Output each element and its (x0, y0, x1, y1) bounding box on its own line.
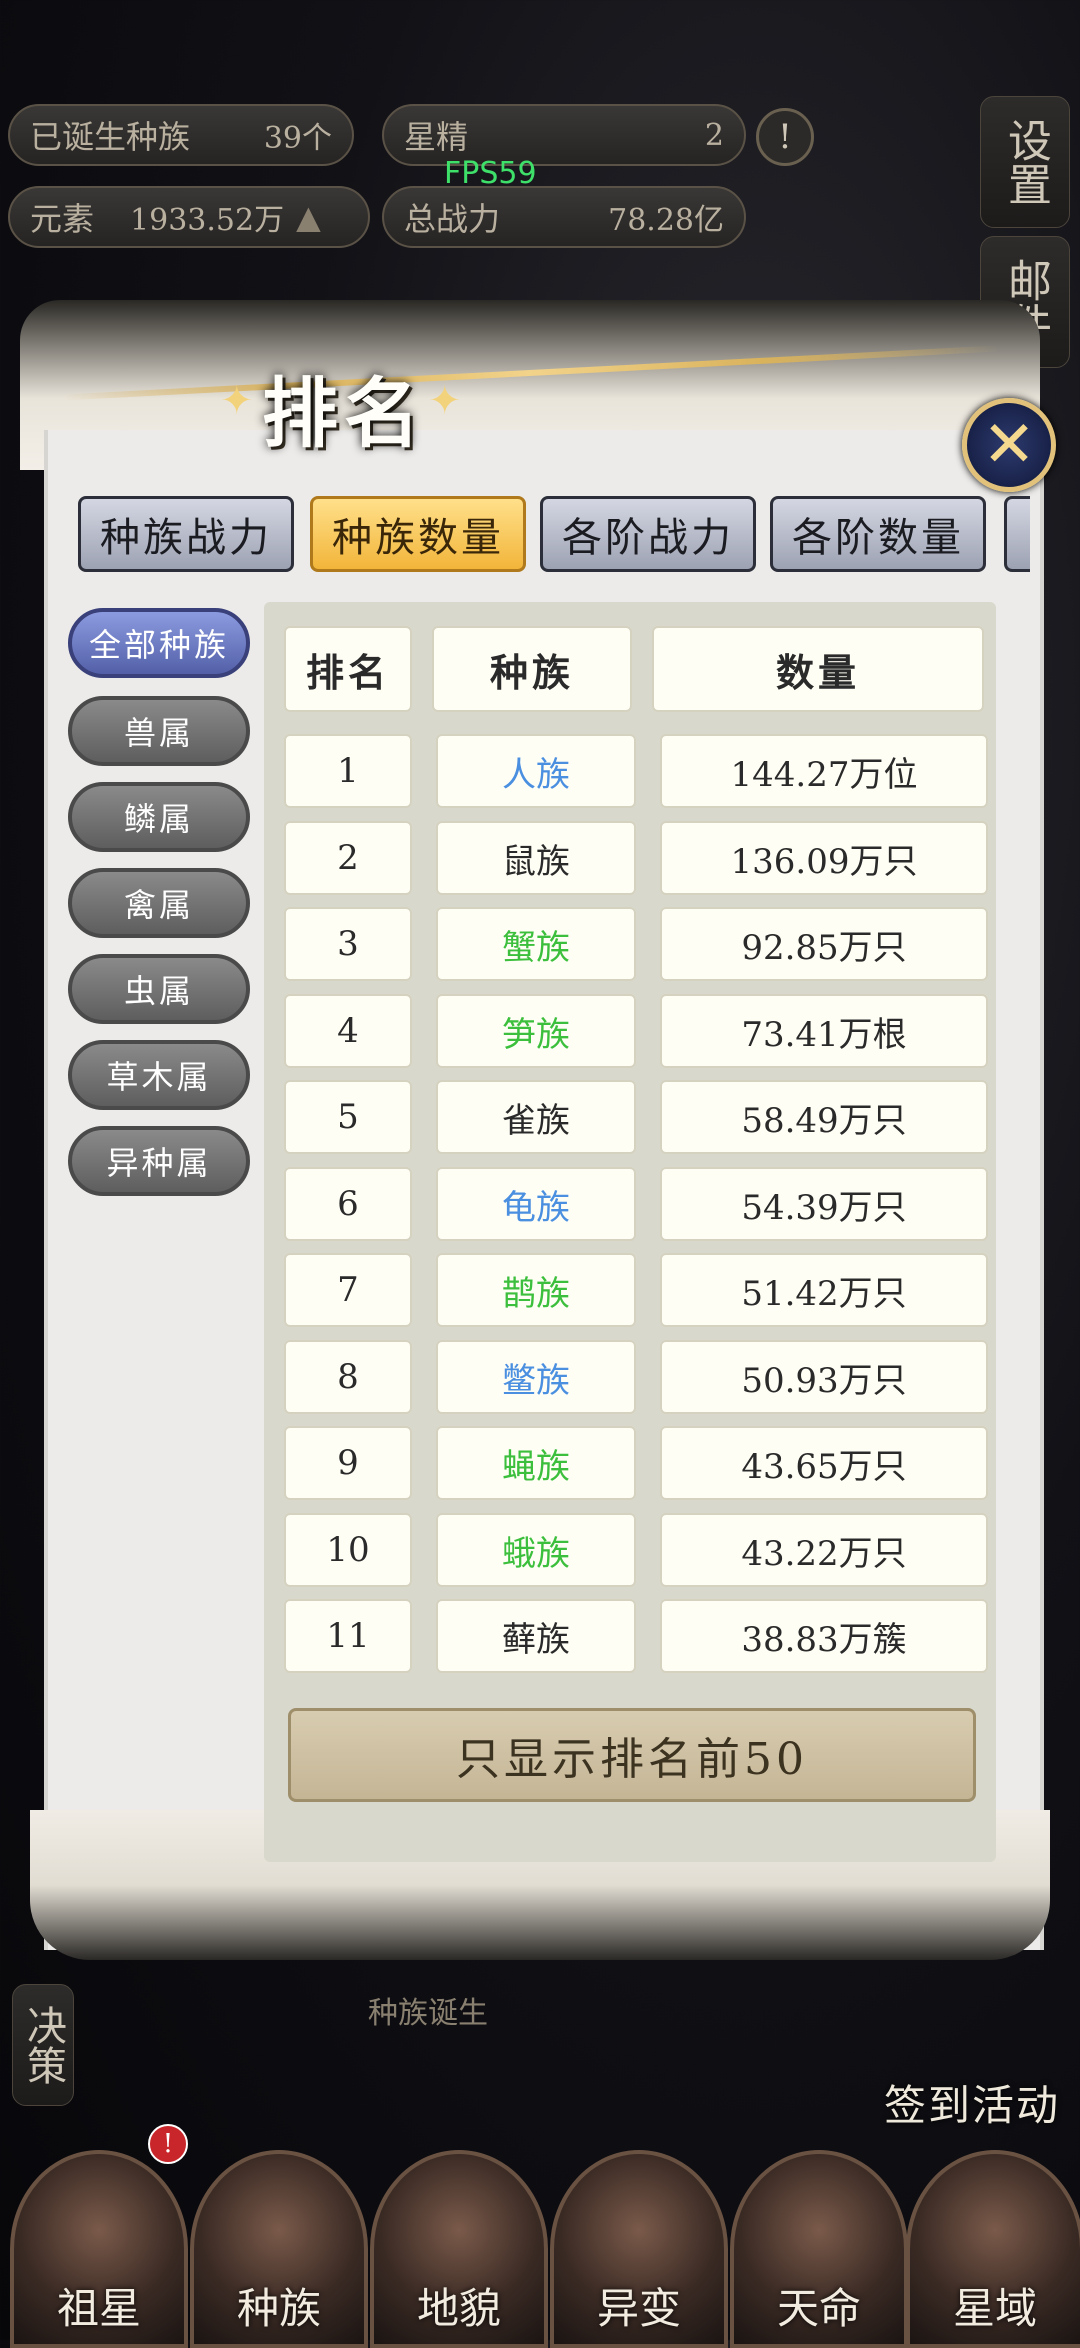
table-cell-rank: 4 (284, 994, 412, 1068)
tab-tier-power[interactable]: 各阶战力 (540, 496, 756, 572)
category-scale[interactable]: 鳞属 (68, 782, 250, 852)
table-cell-race: 龟族 (436, 1167, 636, 1241)
table-cell-count: 43.22万只 (660, 1513, 988, 1587)
nav-label: 种族 (236, 2284, 321, 2333)
fps-counter: FPS59 (444, 156, 537, 191)
table-cell-race: 笋族 (436, 994, 636, 1068)
close-button[interactable]: ✕ (962, 398, 1056, 492)
table-cell-count: 51.42万只 (660, 1253, 988, 1327)
table-cell-race: 鳖族 (436, 1340, 636, 1414)
table-cell-count: 54.39万只 (660, 1167, 988, 1241)
element-pill: 元素 1933.52万 ▲ (8, 186, 370, 248)
nav-label: 星域 (952, 2284, 1037, 2333)
table-cell-rank: 1 (284, 734, 412, 808)
table-cell-race: 人族 (436, 734, 636, 808)
notification-badge: ! (148, 2124, 188, 2164)
table-cell-rank: 10 (284, 1513, 412, 1587)
nav-starfield[interactable]: 星域 (906, 2150, 1080, 2348)
close-icon: ✕ (982, 408, 1036, 482)
table-cell-rank: 5 (284, 1080, 412, 1154)
flame-icon: ▲ (296, 198, 321, 236)
table-cell-count: 38.83万簇 (660, 1599, 988, 1673)
sparkle-icon: ✦ (220, 378, 254, 424)
column-header-rank: 排名 (284, 626, 412, 712)
category-insect[interactable]: 虫属 (68, 954, 250, 1024)
table-cell-race: 鹊族 (436, 1253, 636, 1327)
table-cell-rank: 3 (284, 907, 412, 981)
table-cell-rank: 11 (284, 1599, 412, 1673)
nav-homestar[interactable]: 祖星 (10, 2150, 188, 2348)
category-all[interactable]: 全部种族 (68, 608, 250, 678)
born-races-value: 39个 (263, 121, 332, 156)
nav-label: 异变 (596, 2284, 681, 2333)
total-power-pill: 总战力 78.28亿 (382, 186, 746, 248)
star-essence-pill: 星精 2 (382, 104, 746, 166)
category-plant[interactable]: 草木属 (68, 1040, 250, 1110)
table-cell-race: 蟹族 (436, 907, 636, 981)
sparkle-icon: ✦ (428, 378, 462, 424)
nav-race[interactable]: 种族 (190, 2150, 368, 2348)
nav-label: 天命 (776, 2284, 861, 2333)
table-cell-rank: 2 (284, 821, 412, 895)
nav-destiny[interactable]: 天命 (730, 2150, 908, 2348)
checkin-event-button[interactable]: 签到活动 (884, 2072, 1060, 2133)
nav-label: 祖星 (56, 2284, 141, 2333)
element-label: 元素 (30, 200, 95, 238)
born-races-label: 已诞生种族 (30, 118, 191, 156)
table-cell-count: 144.27万位 (660, 734, 988, 808)
table-cell-rank: 9 (284, 1426, 412, 1500)
tab-tier-count[interactable]: 各阶数量 (770, 496, 986, 572)
table-cell-rank: 7 (284, 1253, 412, 1327)
column-header-race: 种族 (432, 626, 632, 712)
category-exotic[interactable]: 异种属 (68, 1126, 250, 1196)
table-cell-count: 92.85万只 (660, 907, 988, 981)
tab-overflow[interactable] (1004, 496, 1030, 572)
category-bird[interactable]: 禽属 (68, 868, 250, 938)
table-cell-count: 73.41万根 (660, 994, 988, 1068)
table-cell-rank: 8 (284, 1340, 412, 1414)
table-cell-count: 43.65万只 (660, 1426, 988, 1500)
nav-mutation[interactable]: 异变 (550, 2150, 728, 2348)
alert-icon[interactable]: ! (756, 108, 814, 166)
nav-label: 地貌 (416, 2284, 501, 2333)
tab-race-count[interactable]: 种族数量 (310, 496, 526, 572)
star-essence-label: 星精 (404, 118, 469, 156)
table-cell-race: 蛾族 (436, 1513, 636, 1587)
table-cell-race: 藓族 (436, 1599, 636, 1673)
element-value: 1933.52万 (130, 203, 285, 238)
born-races-pill: 已诞生种族 39个 (8, 104, 354, 166)
tab-race-power[interactable]: 种族战力 (78, 496, 294, 572)
table-cell-race: 雀族 (436, 1080, 636, 1154)
race-birth-caption: 种族诞生 (368, 1996, 488, 2031)
table-cell-count: 50.93万只 (660, 1340, 988, 1414)
dialog-title: 排名 (262, 369, 426, 458)
settings-button[interactable]: 设置 (980, 96, 1070, 228)
table-cell-race: 鼠族 (436, 821, 636, 895)
table-cell-count: 58.49万只 (660, 1080, 988, 1154)
total-power-label: 总战力 (404, 200, 501, 238)
nav-terrain[interactable]: 地貌 (370, 2150, 548, 2348)
total-power-value: 78.28亿 (608, 203, 724, 238)
table-cell-race: 蝇族 (436, 1426, 636, 1500)
star-essence-value: 2 (704, 117, 724, 153)
category-beast[interactable]: 兽属 (68, 696, 250, 766)
show-top50-button[interactable]: 只显示排名前50 (288, 1708, 976, 1802)
table-cell-rank: 6 (284, 1167, 412, 1241)
decision-button[interactable]: 决策 (12, 1984, 74, 2106)
column-header-count: 数量 (652, 626, 984, 712)
table-cell-count: 136.09万只 (660, 821, 988, 895)
